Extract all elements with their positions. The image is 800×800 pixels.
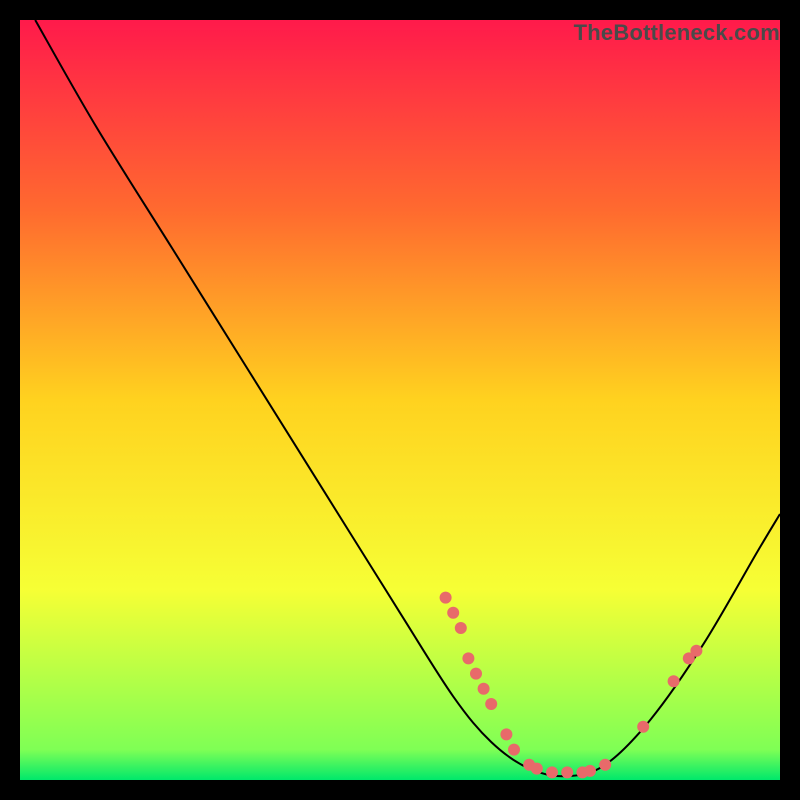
data-point — [470, 668, 482, 680]
data-point — [690, 645, 702, 657]
data-point — [462, 652, 474, 664]
data-point — [637, 721, 649, 733]
data-point — [531, 763, 543, 775]
data-point — [561, 766, 573, 778]
bottleneck-chart — [20, 20, 780, 780]
data-point — [508, 744, 520, 756]
data-point — [447, 607, 459, 619]
chart-background — [20, 20, 780, 780]
data-point — [440, 592, 452, 604]
data-point — [599, 759, 611, 771]
data-point — [455, 622, 467, 634]
data-point — [485, 698, 497, 710]
chart-frame: TheBottleneck.com — [20, 20, 780, 780]
watermark-text: TheBottleneck.com — [574, 20, 780, 46]
data-point — [584, 765, 596, 777]
data-point — [500, 728, 512, 740]
data-point — [478, 683, 490, 695]
data-point — [668, 675, 680, 687]
data-point — [546, 766, 558, 778]
